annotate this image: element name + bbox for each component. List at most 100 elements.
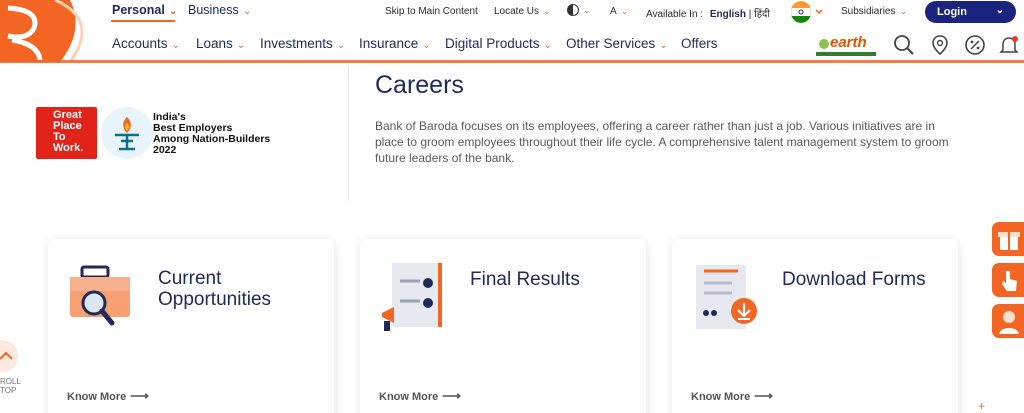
know-more-link[interactable]: Know More ⟶ — [67, 388, 149, 404]
chevron-down-icon: ⌄ — [620, 6, 629, 16]
skip-to-main-link[interactable]: Skip to Main Content — [385, 6, 478, 17]
lang-hindi-link[interactable]: हिंदी — [754, 9, 770, 20]
scroll-label-line: ROLL — [0, 377, 21, 386]
gift-icon — [998, 232, 1020, 250]
page-title: Careers — [375, 71, 464, 99]
nav-investments[interactable]: Investments ⌄ — [260, 36, 345, 51]
chevron-down-icon: ⌄ — [422, 40, 431, 51]
contrast-toggle[interactable]: ⌄ — [567, 4, 591, 16]
nav-label: Offers — [681, 36, 718, 51]
offers-button[interactable] — [964, 34, 986, 56]
results-checklist-icon — [382, 263, 442, 331]
contrast-icon — [567, 4, 579, 16]
card-title-line: Final Results — [470, 269, 580, 290]
card-title: Download Forms — [782, 269, 926, 290]
locate-us-menu[interactable]: Locate Us ⌄ — [494, 6, 551, 17]
locate-us-label: Locate Us — [494, 6, 540, 17]
login-button[interactable]: Login ⌄ — [925, 1, 1016, 23]
award-year: 2022 — [153, 144, 177, 156]
nav-other-services[interactable]: Other Services ⌄ — [566, 36, 668, 51]
tab-personal[interactable]: Personal ⌄ — [112, 3, 177, 17]
nav-label: Accounts — [112, 36, 168, 51]
earth-label: earth — [830, 34, 867, 51]
nav-accounts[interactable]: Accounts ⌄ — [112, 36, 180, 51]
card-title-line: Download Forms — [782, 269, 926, 290]
arrow-right-icon: ⟶ — [754, 388, 773, 403]
lang-separator: | — [748, 9, 752, 20]
plus-icon: + — [978, 399, 986, 413]
active-tab-indicator — [111, 20, 175, 22]
login-label: Login — [937, 6, 967, 18]
chevron-down-icon: ⌄ — [583, 4, 591, 15]
card-download-forms[interactable]: Download Forms Know More ⟶ — [672, 239, 958, 413]
language-selector: Available In : English | हिंदी — [646, 6, 770, 20]
chevron-down-icon: ⌄ — [995, 5, 1004, 16]
card-title: Current Opportunities — [158, 268, 271, 310]
section-divider — [348, 66, 349, 201]
chevron-down-icon: ⌄ — [236, 40, 246, 51]
know-more-label: Know More — [379, 391, 439, 403]
tab-business-label: Business — [188, 3, 239, 17]
lang-english-link[interactable]: English — [710, 9, 746, 20]
scroll-label-line: TOP — [0, 386, 17, 395]
know-more-link[interactable]: Know More ⟶ — [691, 388, 773, 404]
chevron-down-icon: ⌄ — [543, 40, 552, 51]
bell-icon — [999, 36, 1019, 53]
chevron-down-icon: ⌄ — [242, 6, 252, 17]
floating-offers-button[interactable] — [992, 222, 1024, 256]
locate-button[interactable] — [929, 34, 951, 56]
subsidiaries-menu[interactable]: Subsidiaries ⌄ — [841, 6, 907, 17]
header-divider — [0, 60, 1024, 63]
search-button[interactable] — [893, 34, 915, 56]
scroll-to-top-button[interactable] — [0, 340, 18, 372]
card-final-results[interactable]: Final Results Know More ⟶ — [360, 239, 646, 413]
chevron-down-icon: ⌄ — [899, 6, 908, 16]
earth-badge[interactable]: earth — [816, 33, 876, 57]
font-size-label: A — [610, 6, 617, 17]
know-more-label: Know More — [67, 391, 127, 403]
location-pin-icon — [932, 35, 948, 56]
top-bar: Personal ⌄ Business ⌄ Skip to Main Content… — [0, 0, 1024, 26]
scroll-to-top-label: ROLL TOP — [0, 377, 21, 395]
card-title-line: Opportunities — [158, 289, 272, 310]
india-flag-icon — [790, 1, 823, 23]
nav-loans[interactable]: Loans ⌄ — [196, 36, 245, 51]
floating-assistant-button[interactable] — [992, 304, 1024, 338]
know-more-link[interactable]: Know More ⟶ — [379, 388, 461, 404]
tab-personal-label: Personal — [112, 3, 165, 17]
torch-icon — [115, 117, 139, 151]
chevron-down-icon: ⌄ — [543, 6, 551, 16]
page-description: Bank of Baroda focuses on its employees,… — [375, 119, 949, 165]
nav-label: Loans — [196, 36, 233, 51]
arrow-right-icon: ⟶ — [442, 388, 461, 403]
chevron-down-icon: ⌄ — [168, 6, 178, 17]
hand-pointer-icon — [1002, 271, 1017, 291]
chevron-up-icon — [0, 351, 13, 360]
know-more-label: Know More — [691, 391, 751, 403]
great-place-to-work-badge: Great Place To Work. — [36, 107, 97, 159]
download-document-icon — [696, 265, 757, 329]
subsidiaries-label: Subsidiaries — [841, 6, 896, 17]
nav-label: Investments — [260, 36, 333, 51]
font-size-menu[interactable]: A ⌄ — [610, 6, 628, 17]
percent-badge-icon — [965, 35, 985, 55]
card-title: Final Results — [470, 269, 580, 290]
arrow-right-icon: ⟶ — [130, 388, 149, 403]
briefcase-search-icon — [70, 265, 130, 326]
chevron-down-icon: ⌄ — [171, 40, 180, 51]
card-current-opportunities[interactable]: Current Opportunities Know More ⟶ — [48, 239, 334, 413]
nav-insurance[interactable]: Insurance ⌄ — [359, 36, 431, 51]
nav-label: Digital Products — [445, 36, 540, 51]
nav-offers[interactable]: Offers — [681, 36, 718, 51]
floating-tap-button[interactable] — [992, 263, 1024, 297]
nav-digital-products[interactable]: Digital Products ⌄ — [445, 36, 552, 51]
tab-business[interactable]: Business ⌄ — [188, 3, 251, 17]
award-text: India's Best Employers Among Nation-Buil… — [153, 112, 270, 156]
available-in-label: Available In : — [646, 9, 704, 20]
country-selector[interactable] — [790, 1, 825, 28]
gptw-text: Work. — [53, 142, 84, 154]
notifications-button[interactable] — [998, 34, 1020, 56]
search-icon — [894, 35, 914, 55]
chevron-down-icon: ⌄ — [659, 40, 668, 51]
card-title-line: Current — [158, 268, 222, 289]
